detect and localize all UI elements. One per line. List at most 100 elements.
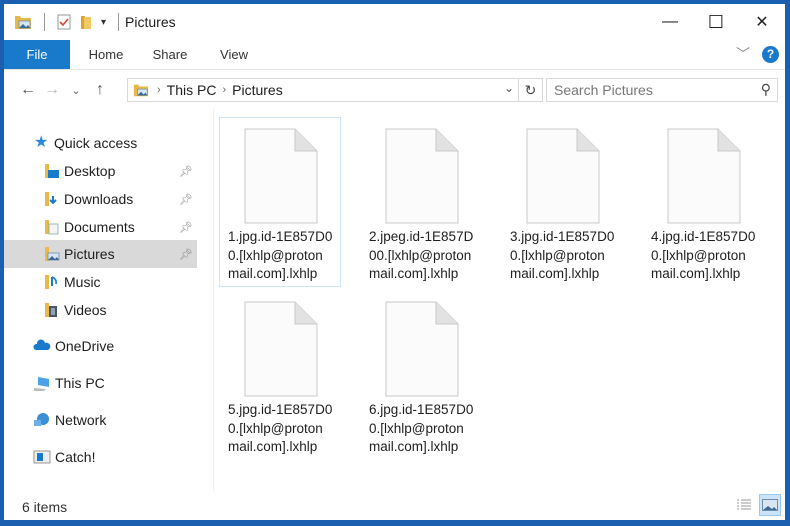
blank-file-icon xyxy=(244,301,318,397)
help-button[interactable]: ? xyxy=(762,45,779,63)
network-icon xyxy=(34,413,49,426)
documents-folder-icon xyxy=(45,220,59,235)
pin-icon[interactable]: 📌︎ xyxy=(179,165,193,178)
sidebar-item-label: Music xyxy=(64,274,101,290)
sidebar-item-label: This PC xyxy=(55,375,105,391)
breadcrumb-pictures[interactable]: Pictures xyxy=(232,82,283,98)
view-switcher xyxy=(733,494,781,516)
downloads-folder-icon xyxy=(45,192,57,206)
file-name: 6.jpg.id-1E857D0 0.[lxhlp@proton mail.com]… xyxy=(369,402,474,454)
pin-icon[interactable]: 📌︎ xyxy=(179,248,193,261)
back-arrow-icon[interactable]: ← xyxy=(16,81,40,99)
title-bar: ▾ Pictures — ☐ ✕ xyxy=(4,4,785,40)
tab-view[interactable]: View xyxy=(202,40,266,69)
large-icons-view-button[interactable] xyxy=(759,494,781,516)
minimize-button[interactable]: — xyxy=(647,4,693,40)
close-button[interactable]: ✕ xyxy=(739,4,785,40)
address-bar[interactable]: › This PC › Pictures ⌄ ↻ xyxy=(127,78,543,102)
sidebar-item-documents[interactable]: Documents 📌︎ xyxy=(4,213,197,241)
blank-file-icon xyxy=(385,301,459,397)
file-item[interactable]: 4.jpg.id-1E857D0 0.[lxhlp@proton mail.com]… xyxy=(642,117,764,287)
tab-file[interactable]: File xyxy=(4,40,70,69)
refresh-icon: ↻ xyxy=(524,81,537,98)
blank-file-icon xyxy=(526,128,600,224)
large-icons-view-icon xyxy=(762,499,778,511)
new-folder-icon[interactable] xyxy=(79,14,93,30)
sidebar-item-catch[interactable]: Catch! xyxy=(4,443,197,471)
window-controls: — ☐ ✕ xyxy=(647,4,785,40)
file-name: 2.jpeg.id-1E857D 00.[lxhlp@proton mail.com… xyxy=(369,229,474,281)
sidebar-item-desktop[interactable]: Desktop 📌︎ xyxy=(4,157,197,185)
blank-file-icon xyxy=(385,128,459,224)
recent-locations-chevron-icon[interactable]: ⌄ xyxy=(64,84,88,97)
ribbon-tabs: File Home Share View ﹀ ? xyxy=(4,40,785,70)
maximize-button[interactable]: ☐ xyxy=(693,4,739,40)
file-item[interactable]: 5.jpg.id-1E857D0 0.[lxhlp@proton mail.com]… xyxy=(219,290,341,460)
file-item[interactable]: 2.jpeg.id-1E857D 00.[lxhlp@proton mail.com… xyxy=(360,117,482,287)
toolbar-separator xyxy=(118,13,120,31)
music-folder-icon xyxy=(45,275,57,289)
forward-arrow-icon[interactable]: → xyxy=(40,81,64,99)
cloud-icon xyxy=(33,339,51,350)
pictures-folder-icon xyxy=(133,84,149,97)
expand-ribbon-icon[interactable]: ﹀ xyxy=(736,44,750,64)
sidebar-item-label: Quick access xyxy=(54,135,138,151)
sidebar-item-this-pc[interactable]: This PC xyxy=(4,369,197,397)
pin-icon[interactable]: 📌︎ xyxy=(179,221,193,234)
quick-access-toolbar: ▾ xyxy=(14,13,123,31)
sidebar-item-network[interactable]: Network xyxy=(4,406,197,434)
videos-folder-icon xyxy=(45,303,57,317)
window-title: Pictures xyxy=(125,14,176,30)
refresh-button[interactable]: ↻ xyxy=(518,79,542,101)
navigation-pane: ★ Quick access Desktop 📌︎ Downloads 📌︎ D… xyxy=(4,109,214,491)
pictures-folder-icon xyxy=(15,16,31,29)
navigation-bar: ← → ⌄ ↑ › This PC › Pictures ⌄ ↻ ⚲ xyxy=(4,71,785,109)
explorer-window: ▾ Pictures — ☐ ✕ File Home Share View ﹀ … xyxy=(4,4,785,520)
file-name: 3.jpg.id-1E857D0 0.[lxhlp@proton mail.com]… xyxy=(510,229,615,281)
file-list: 1.jpg.id-1E857D0 0.[lxhlp@proton mail.com]… xyxy=(215,109,785,491)
search-icon[interactable]: ⚲ xyxy=(761,81,771,98)
file-name: 4.jpg.id-1E857D0 0.[lxhlp@proton mail.com]… xyxy=(651,229,756,281)
sidebar-item-label: Documents xyxy=(64,219,135,235)
sidebar-item-label: Desktop xyxy=(64,163,116,179)
properties-icon[interactable] xyxy=(57,14,71,30)
breadcrumb-chevron-icon[interactable]: › xyxy=(157,84,161,96)
breadcrumb-chevron-icon[interactable]: › xyxy=(222,84,226,96)
sidebar-item-label: Catch! xyxy=(55,449,96,465)
file-item[interactable]: 3.jpg.id-1E857D0 0.[lxhlp@proton mail.com]… xyxy=(501,117,623,287)
desktop-folder-icon xyxy=(45,164,59,178)
up-arrow-icon[interactable]: ↑ xyxy=(88,81,112,99)
address-dropdown-icon[interactable]: ⌄ xyxy=(504,81,514,95)
file-name: 1.jpg.id-1E857D0 0.[lxhlp@proton mail.com]… xyxy=(228,229,333,281)
tab-share[interactable]: Share xyxy=(138,40,202,69)
sidebar-item-label: Network xyxy=(55,412,107,428)
customize-qat-icon[interactable]: ▾ xyxy=(101,17,106,28)
sidebar-item-videos[interactable]: Videos xyxy=(4,296,197,324)
nav-buttons: ← → ⌄ ↑ xyxy=(16,81,112,99)
search-box: ⚲ xyxy=(546,78,778,102)
computer-icon xyxy=(34,377,49,391)
tab-home[interactable]: Home xyxy=(74,40,138,69)
sidebar-item-downloads[interactable]: Downloads 📌︎ xyxy=(4,185,197,213)
minimize-icon: — xyxy=(662,13,678,30)
status-bar: 6 items xyxy=(4,494,785,520)
details-view-icon xyxy=(737,499,751,510)
sidebar-item-music[interactable]: Music xyxy=(4,268,197,296)
breadcrumb-this-pc[interactable]: This PC xyxy=(167,82,217,98)
sidebar-item-onedrive[interactable]: OneDrive xyxy=(4,332,197,360)
file-item[interactable]: 6.jpg.id-1E857D0 0.[lxhlp@proton mail.com]… xyxy=(360,290,482,460)
pictures-folder-icon xyxy=(45,247,60,261)
sidebar-item-label: Videos xyxy=(64,302,107,318)
ribbon-controls: ﹀ ? xyxy=(736,44,779,64)
file-name: 5.jpg.id-1E857D0 0.[lxhlp@proton mail.com]… xyxy=(228,402,333,454)
details-view-button[interactable] xyxy=(733,494,755,516)
sidebar-item-quick-access[interactable]: ★ Quick access xyxy=(4,129,197,157)
blank-file-icon xyxy=(244,128,318,224)
pin-icon[interactable]: 📌︎ xyxy=(179,193,193,206)
search-input[interactable] xyxy=(554,82,754,98)
file-item[interactable]: 1.jpg.id-1E857D0 0.[lxhlp@proton mail.com]… xyxy=(219,117,341,287)
sidebar-item-pictures[interactable]: Pictures 📌︎ xyxy=(4,240,197,268)
toolbar-separator xyxy=(44,13,45,31)
sidebar-item-label: OneDrive xyxy=(55,338,115,354)
sidebar-item-label: Pictures xyxy=(64,246,115,262)
